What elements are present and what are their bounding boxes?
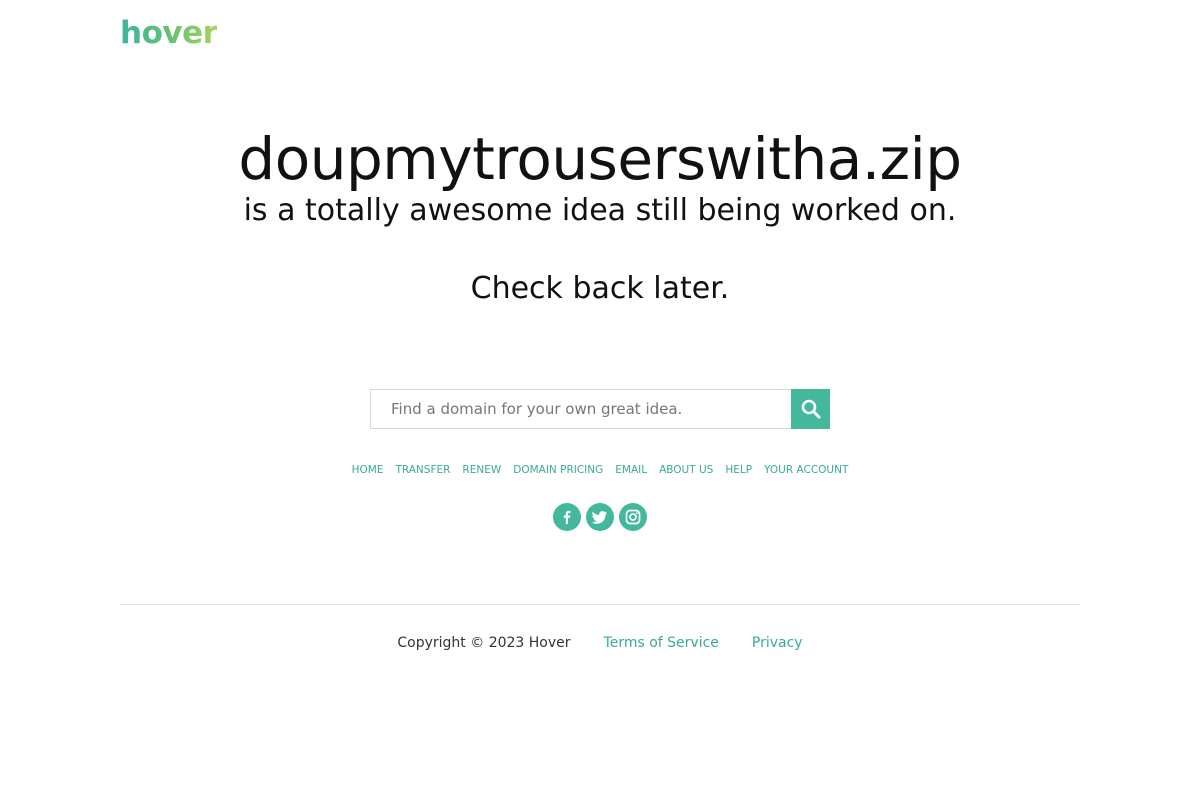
nav-help[interactable]: HELP — [725, 462, 752, 478]
nav-domain-pricing[interactable]: DOMAIN PRICING — [513, 462, 603, 478]
privacy-link[interactable]: Privacy — [752, 633, 803, 653]
page: hover doupmytrouserswitha.zip is a total… — [0, 0, 1200, 800]
domain-search-form — [370, 389, 830, 429]
terms-of-service-link[interactable]: Terms of Service — [604, 633, 719, 653]
domain-title: doupmytrouserswitha.zip — [238, 125, 962, 193]
hover-logo[interactable]: hover — [120, 12, 218, 54]
twitter-icon — [592, 511, 607, 524]
instagram-icon — [625, 509, 641, 525]
nav-renew[interactable]: RENEW — [462, 462, 501, 478]
nav-email[interactable]: EMAIL — [615, 462, 647, 478]
twitter-link[interactable] — [586, 503, 614, 531]
nav-about-us[interactable]: ABOUT US — [659, 462, 713, 478]
facebook-icon — [563, 510, 571, 524]
social-links — [0, 503, 1200, 531]
instagram-link[interactable] — [619, 503, 647, 531]
check-back-text: Check back later. — [470, 271, 730, 306]
footer: Copyright © 2023 Hover Terms of Service … — [0, 633, 1200, 653]
nav-transfer[interactable]: TRANSFER — [395, 462, 450, 478]
footer-nav: HOME TRANSFER RENEW DOMAIN PRICING EMAIL… — [0, 462, 1200, 478]
search-button[interactable] — [791, 389, 830, 429]
footer-divider — [120, 604, 1080, 605]
search-icon — [801, 399, 820, 419]
nav-home[interactable]: HOME — [352, 462, 384, 478]
facebook-link[interactable] — [553, 503, 581, 531]
copyright-text: Copyright © 2023 Hover — [397, 635, 571, 651]
domain-search-input[interactable] — [370, 389, 791, 429]
tagline: is a totally awesome idea still being wo… — [243, 193, 957, 228]
nav-your-account[interactable]: YOUR ACCOUNT — [764, 462, 848, 478]
